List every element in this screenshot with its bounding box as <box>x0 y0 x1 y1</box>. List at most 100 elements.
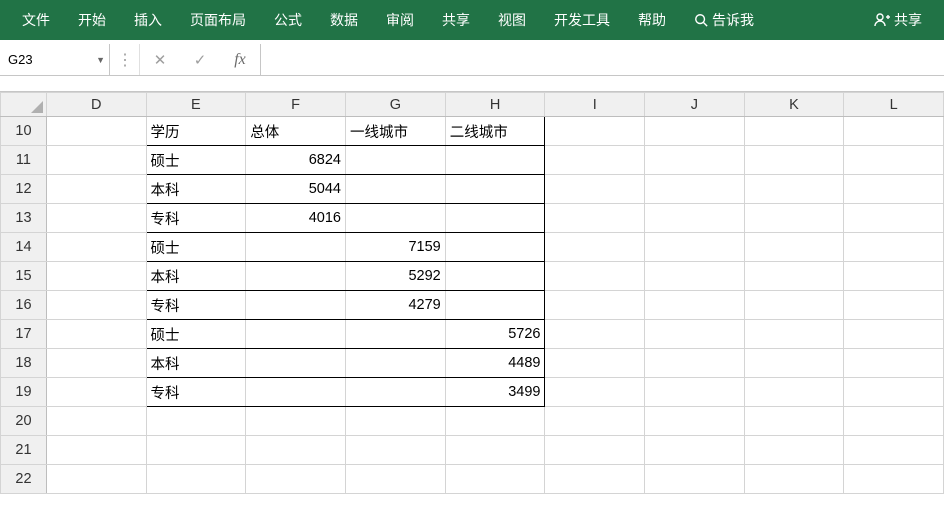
cell-K16[interactable] <box>744 291 844 320</box>
cell-I16[interactable] <box>545 291 645 320</box>
cell-J10[interactable] <box>645 117 745 146</box>
cell-H17[interactable]: 5726 <box>445 320 545 349</box>
cell-L11[interactable] <box>844 146 944 175</box>
cancel-button[interactable]: ✕ <box>140 44 180 75</box>
cell-J19[interactable] <box>645 378 745 407</box>
insert-function-button[interactable]: fx <box>220 44 260 75</box>
cell-D12[interactable] <box>46 175 146 204</box>
col-header-E[interactable]: E <box>146 93 246 117</box>
cell-E20[interactable] <box>146 407 246 436</box>
cell-L13[interactable] <box>844 204 944 233</box>
cell-I10[interactable] <box>545 117 645 146</box>
cell-I22[interactable] <box>545 465 645 494</box>
cell-L17[interactable] <box>844 320 944 349</box>
cell-F13[interactable]: 4016 <box>246 204 346 233</box>
cell-G10[interactable]: 一线城市 <box>345 117 445 146</box>
cell-H18[interactable]: 4489 <box>445 349 545 378</box>
tab-file[interactable]: 文件 <box>8 0 64 40</box>
cell-I20[interactable] <box>545 407 645 436</box>
cell-L10[interactable] <box>844 117 944 146</box>
col-header-D[interactable]: D <box>46 93 146 117</box>
row-header-19[interactable]: 19 <box>1 378 47 407</box>
cell-E18[interactable]: 本科 <box>146 349 246 378</box>
cell-J12[interactable] <box>645 175 745 204</box>
cell-J20[interactable] <box>645 407 745 436</box>
cell-K22[interactable] <box>744 465 844 494</box>
col-header-J[interactable]: J <box>645 93 745 117</box>
cell-D15[interactable] <box>46 262 146 291</box>
share-button[interactable]: 共享 <box>860 0 936 40</box>
cell-G12[interactable] <box>345 175 445 204</box>
cell-I11[interactable] <box>545 146 645 175</box>
row-header-14[interactable]: 14 <box>1 233 47 262</box>
cell-E10[interactable]: 学历 <box>146 117 246 146</box>
cell-E13[interactable]: 专科 <box>146 204 246 233</box>
tab-insert[interactable]: 插入 <box>120 0 176 40</box>
tab-formulas[interactable]: 公式 <box>260 0 316 40</box>
cell-J13[interactable] <box>645 204 745 233</box>
cell-J14[interactable] <box>645 233 745 262</box>
cell-G11[interactable] <box>345 146 445 175</box>
cell-F12[interactable]: 5044 <box>246 175 346 204</box>
select-all-corner[interactable] <box>1 93 47 117</box>
col-header-F[interactable]: F <box>246 93 346 117</box>
cell-E21[interactable] <box>146 436 246 465</box>
cell-G21[interactable] <box>345 436 445 465</box>
cell-E14[interactable]: 硕士 <box>146 233 246 262</box>
cell-H11[interactable] <box>445 146 545 175</box>
cell-D19[interactable] <box>46 378 146 407</box>
cell-E11[interactable]: 硕士 <box>146 146 246 175</box>
row-header-21[interactable]: 21 <box>1 436 47 465</box>
cell-G17[interactable] <box>345 320 445 349</box>
cell-I13[interactable] <box>545 204 645 233</box>
cell-E22[interactable] <box>146 465 246 494</box>
formula-input[interactable] <box>260 44 944 75</box>
tab-share[interactable]: 共享 <box>428 0 484 40</box>
cell-F17[interactable] <box>246 320 346 349</box>
cell-L19[interactable] <box>844 378 944 407</box>
cell-I17[interactable] <box>545 320 645 349</box>
cell-J17[interactable] <box>645 320 745 349</box>
cell-H22[interactable] <box>445 465 545 494</box>
tab-home[interactable]: 开始 <box>64 0 120 40</box>
cell-D11[interactable] <box>46 146 146 175</box>
cell-J16[interactable] <box>645 291 745 320</box>
cell-I19[interactable] <box>545 378 645 407</box>
cell-H16[interactable] <box>445 291 545 320</box>
col-header-H[interactable]: H <box>445 93 545 117</box>
row-header-13[interactable]: 13 <box>1 204 47 233</box>
cell-K12[interactable] <box>744 175 844 204</box>
row-header-15[interactable]: 15 <box>1 262 47 291</box>
cell-J21[interactable] <box>645 436 745 465</box>
row-header-11[interactable]: 11 <box>1 146 47 175</box>
tell-me[interactable]: 告诉我 <box>680 0 768 40</box>
cell-G19[interactable] <box>345 378 445 407</box>
cell-K17[interactable] <box>744 320 844 349</box>
cell-J11[interactable] <box>645 146 745 175</box>
cell-G20[interactable] <box>345 407 445 436</box>
cell-K11[interactable] <box>744 146 844 175</box>
name-box[interactable]: G23 ▼ <box>0 44 110 75</box>
tab-view[interactable]: 视图 <box>484 0 540 40</box>
cell-F16[interactable] <box>246 291 346 320</box>
cell-J22[interactable] <box>645 465 745 494</box>
cell-H19[interactable]: 3499 <box>445 378 545 407</box>
cell-F14[interactable] <box>246 233 346 262</box>
name-box-dropdown-icon[interactable]: ▼ <box>96 55 105 65</box>
cell-H10[interactable]: 二线城市 <box>445 117 545 146</box>
cell-D16[interactable] <box>46 291 146 320</box>
cell-D17[interactable] <box>46 320 146 349</box>
cell-K10[interactable] <box>744 117 844 146</box>
cell-H12[interactable] <box>445 175 545 204</box>
cell-E19[interactable]: 专科 <box>146 378 246 407</box>
spreadsheet-grid[interactable]: D E F G H I J K L 10 学历 总体 一线城市 二线城市 11 … <box>0 92 944 515</box>
cell-F18[interactable] <box>246 349 346 378</box>
cell-H20[interactable] <box>445 407 545 436</box>
cell-K15[interactable] <box>744 262 844 291</box>
cell-D20[interactable] <box>46 407 146 436</box>
cell-K21[interactable] <box>744 436 844 465</box>
cell-J15[interactable] <box>645 262 745 291</box>
row-header-18[interactable]: 18 <box>1 349 47 378</box>
cell-F20[interactable] <box>246 407 346 436</box>
cell-I18[interactable] <box>545 349 645 378</box>
